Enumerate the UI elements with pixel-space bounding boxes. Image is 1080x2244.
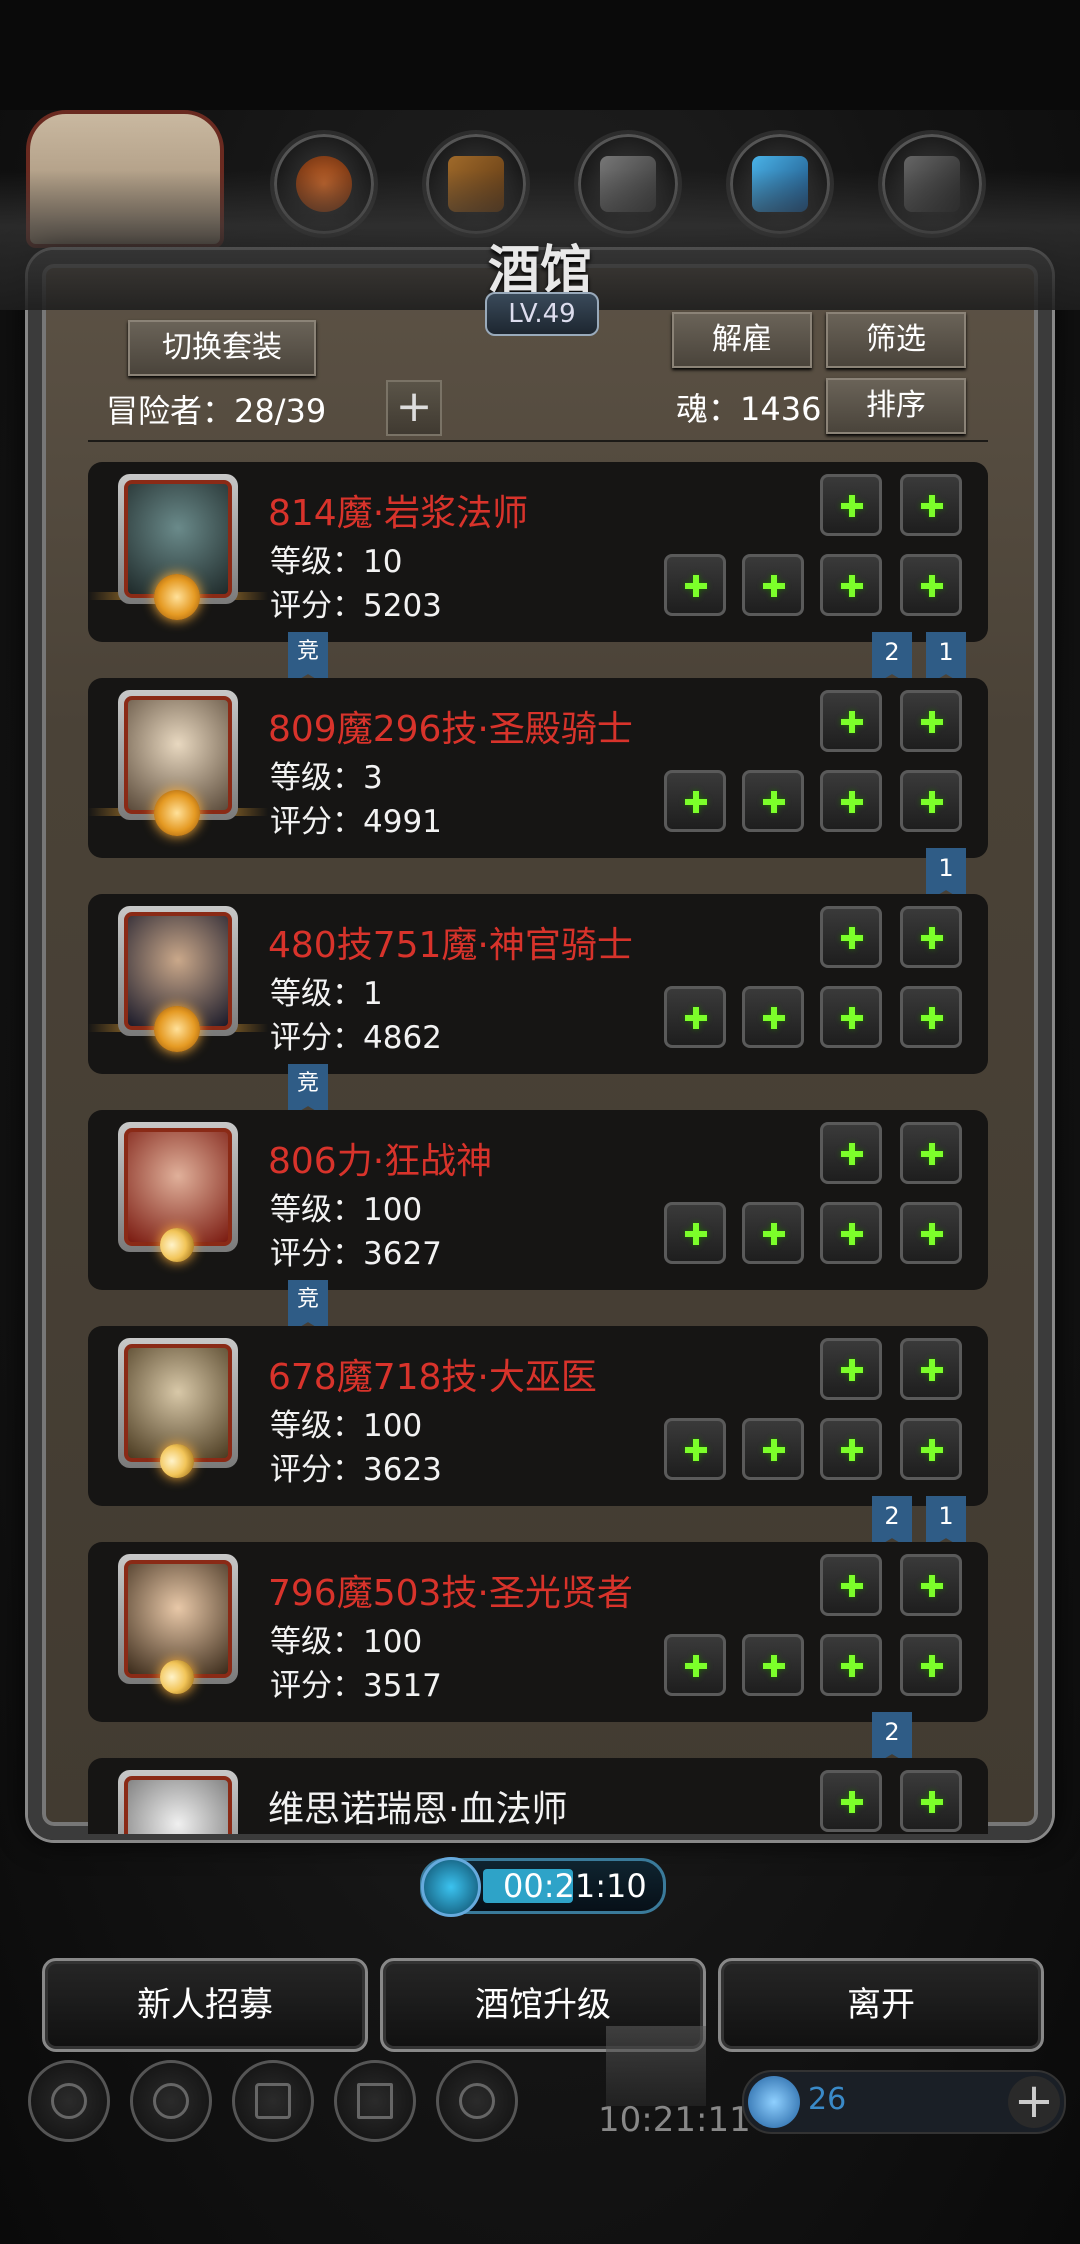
gem-icon: [748, 2076, 800, 2128]
star-icon[interactable]: [130, 2060, 212, 2142]
accessory-slot[interactable]: [820, 1770, 882, 1832]
dismiss-button[interactable]: 解雇: [672, 312, 812, 368]
weapon-slot[interactable]: [664, 770, 726, 832]
hero-card[interactable]: 814魔·岩浆法师 等级：10 评分：5203: [88, 462, 988, 642]
hero-card[interactable]: 480技751魔·神官骑士 等级：1 评分：4862: [88, 894, 988, 1074]
game-clock: 10:21:11: [598, 2100, 751, 2140]
hero-level: 等级：100: [270, 1624, 423, 1660]
armor-slot[interactable]: [742, 1418, 804, 1480]
sun-emblem-icon: [154, 574, 200, 620]
hero-portrait[interactable]: [118, 1770, 238, 1834]
soul-count: 魂：1436: [676, 390, 822, 428]
accessory-slot[interactable]: [900, 1338, 962, 1400]
ring-slot[interactable]: [820, 1634, 882, 1696]
moon-emblem-icon: [160, 1660, 194, 1694]
ring-slot[interactable]: [820, 770, 882, 832]
accessory-slot[interactable]: [820, 690, 882, 752]
gem-resource-bar: 26 +: [742, 2070, 1066, 2134]
recruit-button[interactable]: 新人招募: [42, 1958, 368, 2052]
mail-icon[interactable]: [334, 2060, 416, 2142]
hero-score: 评分：4991: [270, 804, 442, 840]
hero-name: 806力·狂战神: [268, 1141, 493, 1182]
hero-list[interactable]: 814魔·岩浆法师 等级：10 评分：5203 竞 2 1 809魔296技·圣…: [88, 458, 988, 1834]
hero-level: 等级：1: [270, 976, 383, 1012]
refresh-timer: 00:21:10: [420, 1857, 666, 1917]
switch-outfit-button[interactable]: 切换套装: [128, 320, 316, 376]
accessory-slot[interactable]: [820, 1122, 882, 1184]
hero-name: 678魔718技·大巫医: [268, 1357, 597, 1398]
hero-name: 796魔503技·圣光贤者: [268, 1573, 633, 1614]
hero-score: 评分：3623: [270, 1452, 442, 1488]
sort-button[interactable]: 排序: [826, 378, 966, 434]
hero-card[interactable]: 806力·狂战神 等级：100 评分：3627: [88, 1110, 988, 1290]
accessory-slot[interactable]: [820, 1338, 882, 1400]
hero-level: 等级：100: [270, 1408, 423, 1444]
accessory-slot[interactable]: [900, 906, 962, 968]
accessory-slot[interactable]: [900, 1122, 962, 1184]
ring-slot[interactable]: [820, 1202, 882, 1264]
weapon-slot[interactable]: [664, 554, 726, 616]
hammer-icon[interactable]: [436, 2060, 518, 2142]
add-gems-button[interactable]: +: [1008, 2076, 1060, 2128]
accessory-slot[interactable]: [820, 1554, 882, 1616]
ring-slot[interactable]: [900, 1634, 962, 1696]
add-adventurer-slot-button[interactable]: +: [386, 380, 442, 436]
hero-level: 等级：10: [270, 544, 403, 580]
armor-slot[interactable]: [742, 554, 804, 616]
accessory-slot[interactable]: [820, 906, 882, 968]
status-bar-area: [0, 0, 1080, 110]
tavern-level-badge: LV.49: [485, 292, 599, 336]
hero-card[interactable]: 809魔296技·圣殿骑士 等级：3 评分：4991: [88, 678, 988, 858]
clock-icon: [421, 1857, 481, 1917]
sun-emblem-icon: [154, 1006, 200, 1052]
hero-name: 480技751魔·神官骑士: [268, 925, 633, 966]
hero-card[interactable]: 796魔503技·圣光贤者 等级：100 评分：3517: [88, 1542, 988, 1722]
hero-name: 814魔·岩浆法师: [268, 493, 529, 534]
settings-icon[interactable]: [28, 2060, 110, 2142]
hero-score: 评分：4862: [270, 1020, 442, 1056]
moon-emblem-icon: [160, 1444, 194, 1478]
armor-slot[interactable]: [742, 770, 804, 832]
armor-slot[interactable]: [742, 1202, 804, 1264]
weapon-slot[interactable]: [664, 986, 726, 1048]
armor-slot[interactable]: [742, 986, 804, 1048]
hero-name: 维思诺瑞恩·血法师: [268, 1789, 568, 1830]
sun-emblem-icon: [154, 790, 200, 836]
hero-card[interactable]: 678魔718技·大巫医 等级：100 评分：3623: [88, 1326, 988, 1506]
hero-card[interactable]: 维思诺瑞恩·血法师: [88, 1758, 988, 1834]
hero-score: 评分：3517: [270, 1668, 442, 1704]
ring-slot[interactable]: [900, 1202, 962, 1264]
ring-slot[interactable]: [820, 554, 882, 616]
ring-slot[interactable]: [820, 986, 882, 1048]
accessory-slot[interactable]: [820, 474, 882, 536]
hero-score: 评分：3627: [270, 1236, 442, 1272]
accessory-slot[interactable]: [900, 474, 962, 536]
hero-name: 809魔296技·圣殿骑士: [268, 709, 633, 750]
leave-button[interactable]: 离开: [718, 1958, 1044, 2052]
building-icon[interactable]: [606, 2026, 706, 2106]
timer-text: 00:21:10: [503, 1867, 647, 1905]
castle-icon[interactable]: [232, 2060, 314, 2142]
accessory-slot[interactable]: [900, 690, 962, 752]
hero-level: 等级：100: [270, 1192, 423, 1228]
armor-slot[interactable]: [742, 1634, 804, 1696]
ring-slot[interactable]: [900, 986, 962, 1048]
weapon-slot[interactable]: [664, 1202, 726, 1264]
gem-count: 26: [808, 2082, 847, 2117]
weapon-slot[interactable]: [664, 1418, 726, 1480]
ring-slot[interactable]: [900, 770, 962, 832]
header-divider: [88, 440, 988, 442]
accessory-slot[interactable]: [900, 1554, 962, 1616]
accessory-slot[interactable]: [900, 1770, 962, 1832]
ring-slot[interactable]: [820, 1418, 882, 1480]
moon-emblem-icon: [160, 1228, 194, 1262]
adventurer-count: 冒险者：28/39: [106, 392, 327, 430]
hero-score: 评分：5203: [270, 588, 442, 624]
ring-slot[interactable]: [900, 554, 962, 616]
weapon-slot[interactable]: [664, 1634, 726, 1696]
ring-slot[interactable]: [900, 1418, 962, 1480]
hero-level: 等级：3: [270, 760, 383, 796]
filter-button[interactable]: 筛选: [826, 312, 966, 368]
